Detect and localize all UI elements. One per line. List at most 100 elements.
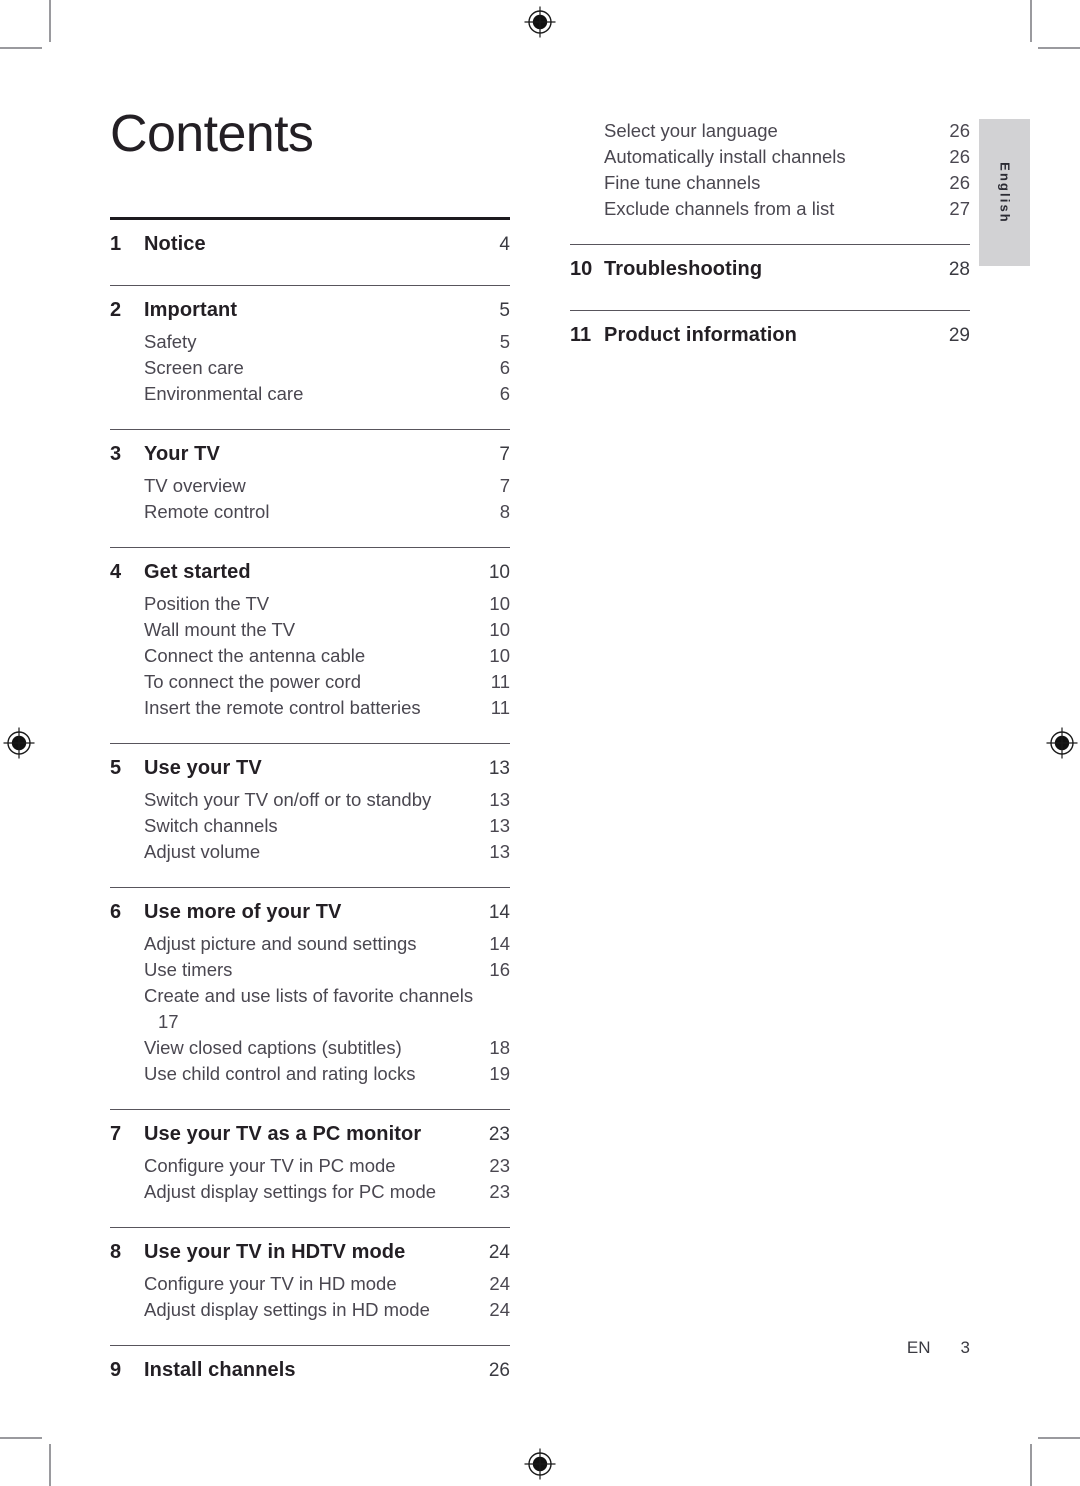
toc-chapter-row[interactable]: 7 Use your TV as a PC monitor 23: [110, 1110, 510, 1153]
toc-entry-label: Configure your TV in HD mode: [144, 1273, 397, 1294]
toc-subentry-row[interactable]: Configure your TV in PC mode 23: [110, 1153, 510, 1179]
toc-group: 11 Product information 29: [570, 311, 970, 354]
toc-entry-label: Automatically install channels: [604, 146, 846, 167]
toc-chapter-number: 6: [110, 901, 122, 923]
toc-entry-page-number: 23: [488, 1124, 510, 1145]
toc-entry-page-number: 6: [499, 357, 510, 378]
toc-entry-page-number: 23: [489, 1181, 510, 1202]
toc-entry-page-number: 11: [490, 671, 510, 692]
toc-subentry-row[interactable]: Switch channels 13: [110, 813, 510, 839]
toc-subentry-row[interactable]: Wall mount the TV 10: [110, 617, 510, 643]
toc-column-right: Select your language 26 Automatically inst…: [570, 118, 970, 354]
toc-chapter-number: 10: [570, 258, 593, 280]
toc-entry-page-number: 19: [489, 1063, 510, 1084]
toc-subentry-row[interactable]: Adjust display settings for PC mode 23: [110, 1179, 510, 1205]
toc-chapter-row[interactable]: 3 Your TV 7: [110, 430, 510, 473]
toc-chapter-row[interactable]: 9 Install channels 26: [110, 1346, 510, 1389]
toc-entry-page-number: 27: [949, 198, 970, 219]
toc-subentry-row[interactable]: Environmental care 6: [110, 381, 510, 407]
toc-entry-page-number: 14: [488, 902, 510, 923]
toc-entry-label: Use your TV in HDTV mode: [144, 1241, 406, 1263]
toc-subentry-row[interactable]: Configure your TV in HD mode 24: [110, 1271, 510, 1297]
footer-page-number: 3: [960, 1338, 970, 1357]
toc-subentry-row[interactable]: Adjust picture and sound settings 14: [110, 931, 510, 957]
toc-subentry-row[interactable]: Fine tune channels 26: [570, 170, 970, 196]
toc-chapter-row[interactable]: 10 Troubleshooting 28: [570, 245, 970, 288]
toc-chapter-row[interactable]: 4 Get started 10: [110, 548, 510, 591]
toc-subentry-row[interactable]: Screen care 6: [110, 355, 510, 381]
toc-subentry-row[interactable]: Remote control 8: [110, 499, 510, 525]
toc-chapter-row[interactable]: 11 Product information 29: [570, 311, 970, 354]
toc-entry-label: Safety: [144, 331, 197, 352]
toc-group: 6 Use more of your TV 14 Adjust picture and…: [110, 888, 510, 1087]
toc-subentry-row[interactable]: Automatically install channels 26: [570, 144, 970, 170]
toc-entry-page-number: 5: [499, 300, 510, 321]
toc-entry-page-number: 11: [490, 697, 510, 718]
toc-chapter-row[interactable]: 1 Notice 4: [110, 220, 510, 263]
toc-entry-page-number: 17: [158, 1011, 179, 1032]
toc-entry-label: Install channels: [144, 1359, 296, 1381]
toc-chapter-number: 9: [110, 1359, 122, 1381]
toc-chapter-number: 11: [570, 324, 592, 346]
toc-group: 2 Important 5 Safety 5 Screen care 6 Environmen…: [110, 286, 510, 407]
toc-entry-label: To connect the power cord: [144, 671, 361, 692]
toc-chapter-row[interactable]: 2 Important 5: [110, 286, 510, 329]
toc-entry-page-number: 28: [948, 259, 970, 280]
toc-entry-label: Position the TV: [144, 593, 270, 614]
toc-chapter-row[interactable]: 8 Use your TV in HDTV mode 24: [110, 1228, 510, 1271]
toc-subentry-row[interactable]: Create and use lists of favorite channel…: [110, 983, 510, 1035]
toc-entry-label: Adjust picture and sound settings: [144, 933, 417, 954]
toc-subentry-row[interactable]: Select your language 26: [570, 118, 970, 144]
toc-subentry-row[interactable]: Adjust display settings in HD mode 24: [110, 1297, 510, 1323]
toc-subentry-row[interactable]: Position the TV 10: [110, 591, 510, 617]
toc-entry-page-number: 26: [949, 146, 970, 167]
toc-group: 9 Install channels 26: [110, 1346, 510, 1389]
page-title: Contents: [110, 105, 314, 163]
toc-entry-page-number: 24: [489, 1299, 510, 1320]
toc-entry-label: Troubleshooting: [604, 258, 763, 280]
toc-entry-page-number: 18: [489, 1037, 510, 1058]
toc-subentry-row[interactable]: Insert the remote control batteries 11: [110, 695, 510, 721]
toc-subentry-row[interactable]: Switch your TV on/off or to standby 13: [110, 787, 510, 813]
toc-chapter-number: 5: [110, 757, 122, 779]
toc-entry-label: Important: [144, 299, 238, 321]
page-footer: EN 3: [700, 1338, 970, 1358]
toc-subentry-row[interactable]: View closed captions (subtitles) 18: [110, 1035, 510, 1061]
toc-entry-page-number: 10: [489, 593, 510, 614]
toc-entry-page-number: 24: [488, 1242, 510, 1263]
toc-group: 1 Notice 4: [110, 220, 510, 263]
toc-chapter-number: 3: [110, 443, 122, 465]
toc-entry-label: Screen care: [144, 357, 244, 378]
toc-subentry-row[interactable]: Use child control and rating locks 19: [110, 1061, 510, 1087]
language-side-tab: English: [979, 119, 1030, 266]
toc-entry-label: Remote control: [144, 501, 270, 522]
toc-subentry-row[interactable]: Use timers 16: [110, 957, 510, 983]
toc-subentry-row[interactable]: TV overview 7: [110, 473, 510, 499]
toc-entry-page-number: 8: [499, 501, 510, 522]
toc-entry-page-number: 14: [489, 933, 510, 954]
toc-subentry-row[interactable]: To connect the power cord 11: [110, 669, 510, 695]
toc-entry-label: Wall mount the TV: [144, 619, 296, 640]
language-side-tab-label: English: [997, 161, 1012, 224]
toc-entry-label: Adjust display settings in HD mode: [144, 1299, 430, 1320]
toc-entry-page-number: 6: [499, 383, 510, 404]
toc-subentry-row[interactable]: Connect the antenna cable 10: [110, 643, 510, 669]
toc-subentry-row[interactable]: Exclude channels from a list 27: [570, 196, 970, 222]
toc-chapter-number: 7: [110, 1123, 122, 1145]
toc-entry-label: Environmental care: [144, 383, 304, 404]
page-content: Contents 1 Notice 4 2 Important 5 Safety 5 Scree…: [0, 0, 1080, 1486]
toc-entry-page-number: 13: [489, 789, 510, 810]
toc-chapter-row[interactable]: 6 Use more of your TV 14: [110, 888, 510, 931]
toc-entry-label: TV overview: [144, 475, 246, 496]
toc-chapter-row[interactable]: 5 Use your TV 13: [110, 744, 510, 787]
toc-column-left: Contents 1 Notice 4 2 Important 5 Safety 5 Scree…: [110, 108, 510, 1389]
toc-subentry-row[interactable]: Adjust volume 13: [110, 839, 510, 865]
toc-subentry-row[interactable]: Safety 5: [110, 329, 510, 355]
toc-entry-label: Switch your TV on/off or to standby: [144, 789, 432, 810]
